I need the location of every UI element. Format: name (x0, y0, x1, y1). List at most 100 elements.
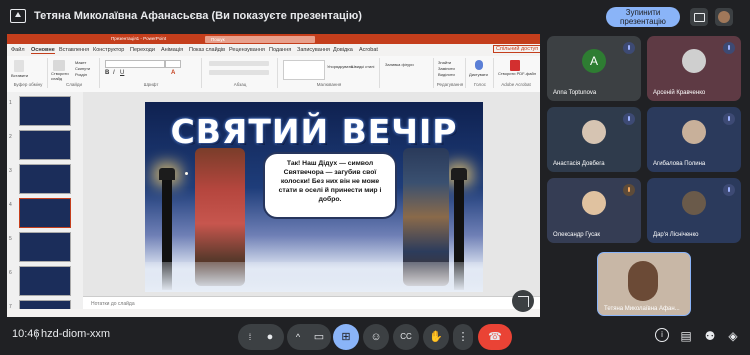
dictate-icon[interactable] (475, 60, 483, 70)
tab-design[interactable]: Конструктор (93, 47, 124, 53)
list-buttons[interactable] (209, 61, 269, 66)
present-icon: ⊞ (341, 331, 351, 343)
section-button[interactable]: Розділ (75, 72, 87, 77)
bold-icon[interactable]: B (105, 70, 109, 76)
slide-number: 3 (9, 168, 12, 174)
tab-home[interactable]: Основне (31, 47, 55, 54)
chat-icon[interactable]: ▤ (678, 328, 694, 344)
raise-hand-button[interactable]: ✋ (423, 324, 449, 350)
end-call-button[interactable]: ☎ (478, 324, 512, 350)
star (185, 172, 188, 175)
street-lamp-right (451, 168, 467, 180)
participant-name: Олександр Гусак (553, 232, 601, 238)
participant-tile[interactable]: Анастасія Довбега (547, 107, 641, 172)
tab-file[interactable]: Файл (11, 47, 25, 53)
emoji-icon: ☺ (370, 331, 382, 343)
slide-thumbnail[interactable] (19, 266, 71, 296)
avatar (582, 191, 606, 215)
people-icon[interactable]: ⚉ (702, 328, 718, 344)
stop-presenting-button[interactable]: Зупинити презентацію (606, 7, 680, 27)
shapes-gallery[interactable] (283, 60, 325, 80)
mic-button-group[interactable]: ⁞ ● (238, 324, 284, 350)
mic-muted-icon (723, 184, 735, 196)
tab-slideshow[interactable]: Показ слайдів (189, 47, 225, 53)
notes-pane[interactable]: Нотатки до слайда (83, 296, 540, 310)
clipboard-group: Вставити Буфер обміну (9, 58, 48, 88)
tab-help[interactable]: Довідка (333, 47, 353, 53)
underline-icon[interactable]: U (120, 70, 124, 76)
mic-muted-icon (723, 42, 735, 54)
paragraph-group-label: Абзац (233, 82, 247, 87)
participant-tile[interactable]: Арсеній Кравченко (647, 36, 741, 101)
presenting-banner-text: Тетяна Миколаївна Афанасьєва (Ви показує… (34, 10, 362, 22)
settings-avatar-icon[interactable] (715, 8, 733, 26)
avatar (682, 120, 706, 144)
font-color-icon[interactable]: A (171, 70, 175, 76)
avatar: A (582, 49, 606, 73)
avatar (682, 49, 706, 73)
tab-review[interactable]: Рецензування (229, 47, 265, 53)
paragraph-group: Абзац (203, 58, 278, 88)
tab-recording[interactable]: Записування (297, 47, 330, 53)
slide-title: СВЯТИЙ ВЕЧІР (170, 112, 458, 151)
slide-thumbnail[interactable] (19, 96, 71, 126)
separator: | (35, 328, 38, 340)
voice-group: Диктувати Голос (467, 58, 494, 88)
share-button[interactable]: Спільний доступ (493, 45, 540, 53)
shape-fill-button[interactable]: Заливка фігури (385, 62, 414, 67)
replace-button[interactable]: Замінити (438, 66, 455, 71)
participant-tile[interactable]: Агибалова Полина (647, 107, 741, 172)
font-size-select[interactable] (165, 60, 181, 68)
chevron-up-icon[interactable]: ^ (289, 324, 307, 350)
mic-muted-icon (623, 184, 635, 196)
audio-options-icon[interactable]: ⁞ (240, 324, 260, 350)
slide-thumbnail[interactable] (19, 130, 71, 160)
arrange-button[interactable]: Упорядкувати (327, 64, 353, 69)
layout-button[interactable]: Макет (75, 60, 86, 65)
font-name-select[interactable] (105, 60, 165, 68)
italic-icon[interactable]: I (113, 70, 115, 76)
camera-icon[interactable]: ▭ (309, 324, 329, 350)
camera-button-group[interactable]: ^ ▭ (287, 324, 331, 350)
quick-styles-button[interactable]: Швидкі стилі (351, 64, 377, 69)
self-view-tile[interactable]: Тетяна Миколаївна Афан... (597, 252, 691, 316)
info-icon[interactable]: i (655, 328, 669, 342)
slide-thumbnail-selected[interactable] (19, 198, 71, 228)
editing-group: Знайти Замінити Виділити Редагування (435, 58, 466, 88)
find-button[interactable]: Знайти (438, 60, 451, 65)
more-options-button[interactable]: ⋮ (453, 324, 473, 350)
self-name: Тетяна Миколаївна Афан... (604, 306, 680, 312)
new-slide-label: Створити слайд (51, 71, 69, 81)
search-box[interactable]: Пошук (205, 35, 315, 43)
powerpoint-title-bar: Презентація1 - PowerPoint Пошук (7, 34, 540, 44)
status-bar (7, 309, 540, 317)
present-button[interactable]: ⊞ (333, 324, 359, 350)
reset-button[interactable]: Скинути (75, 66, 90, 71)
new-slide-icon[interactable] (53, 60, 65, 71)
tab-transitions[interactable]: Переходи (130, 47, 155, 53)
slide-thumbnail[interactable] (19, 232, 71, 262)
slide-number: 6 (9, 270, 12, 276)
participant-tile[interactable]: A Anna Toptunova (547, 36, 641, 101)
mic-icon[interactable]: ● (260, 324, 280, 350)
voice-group-label: Голос (474, 82, 486, 87)
select-button[interactable]: Виділити (438, 72, 455, 77)
participant-tile[interactable]: Дар'я Лісніченко (647, 178, 741, 243)
camera-off-icon[interactable] (690, 8, 708, 26)
captions-button[interactable]: CC (393, 324, 419, 350)
paste-icon[interactable] (14, 60, 24, 72)
tab-acrobat[interactable]: Acrobat (359, 47, 378, 53)
activities-icon[interactable]: ◈ (725, 328, 741, 344)
slide-number: 1 (9, 100, 12, 106)
pdf-icon[interactable] (510, 60, 520, 71)
tab-view[interactable]: Подання (269, 47, 291, 53)
meeting-code: hzd-diom-xxm (41, 328, 111, 340)
slide-thumbnail[interactable] (19, 164, 71, 194)
more-icon: ⋮ (457, 331, 469, 343)
reactions-button[interactable]: ☺ (363, 324, 389, 350)
tab-animations[interactable]: Анімація (161, 47, 183, 53)
participant-tile[interactable]: Олександр Гусак (547, 178, 641, 243)
fullscreen-button[interactable] (512, 290, 534, 312)
tab-insert[interactable]: Вставлення (59, 47, 89, 53)
align-buttons[interactable] (209, 70, 269, 75)
